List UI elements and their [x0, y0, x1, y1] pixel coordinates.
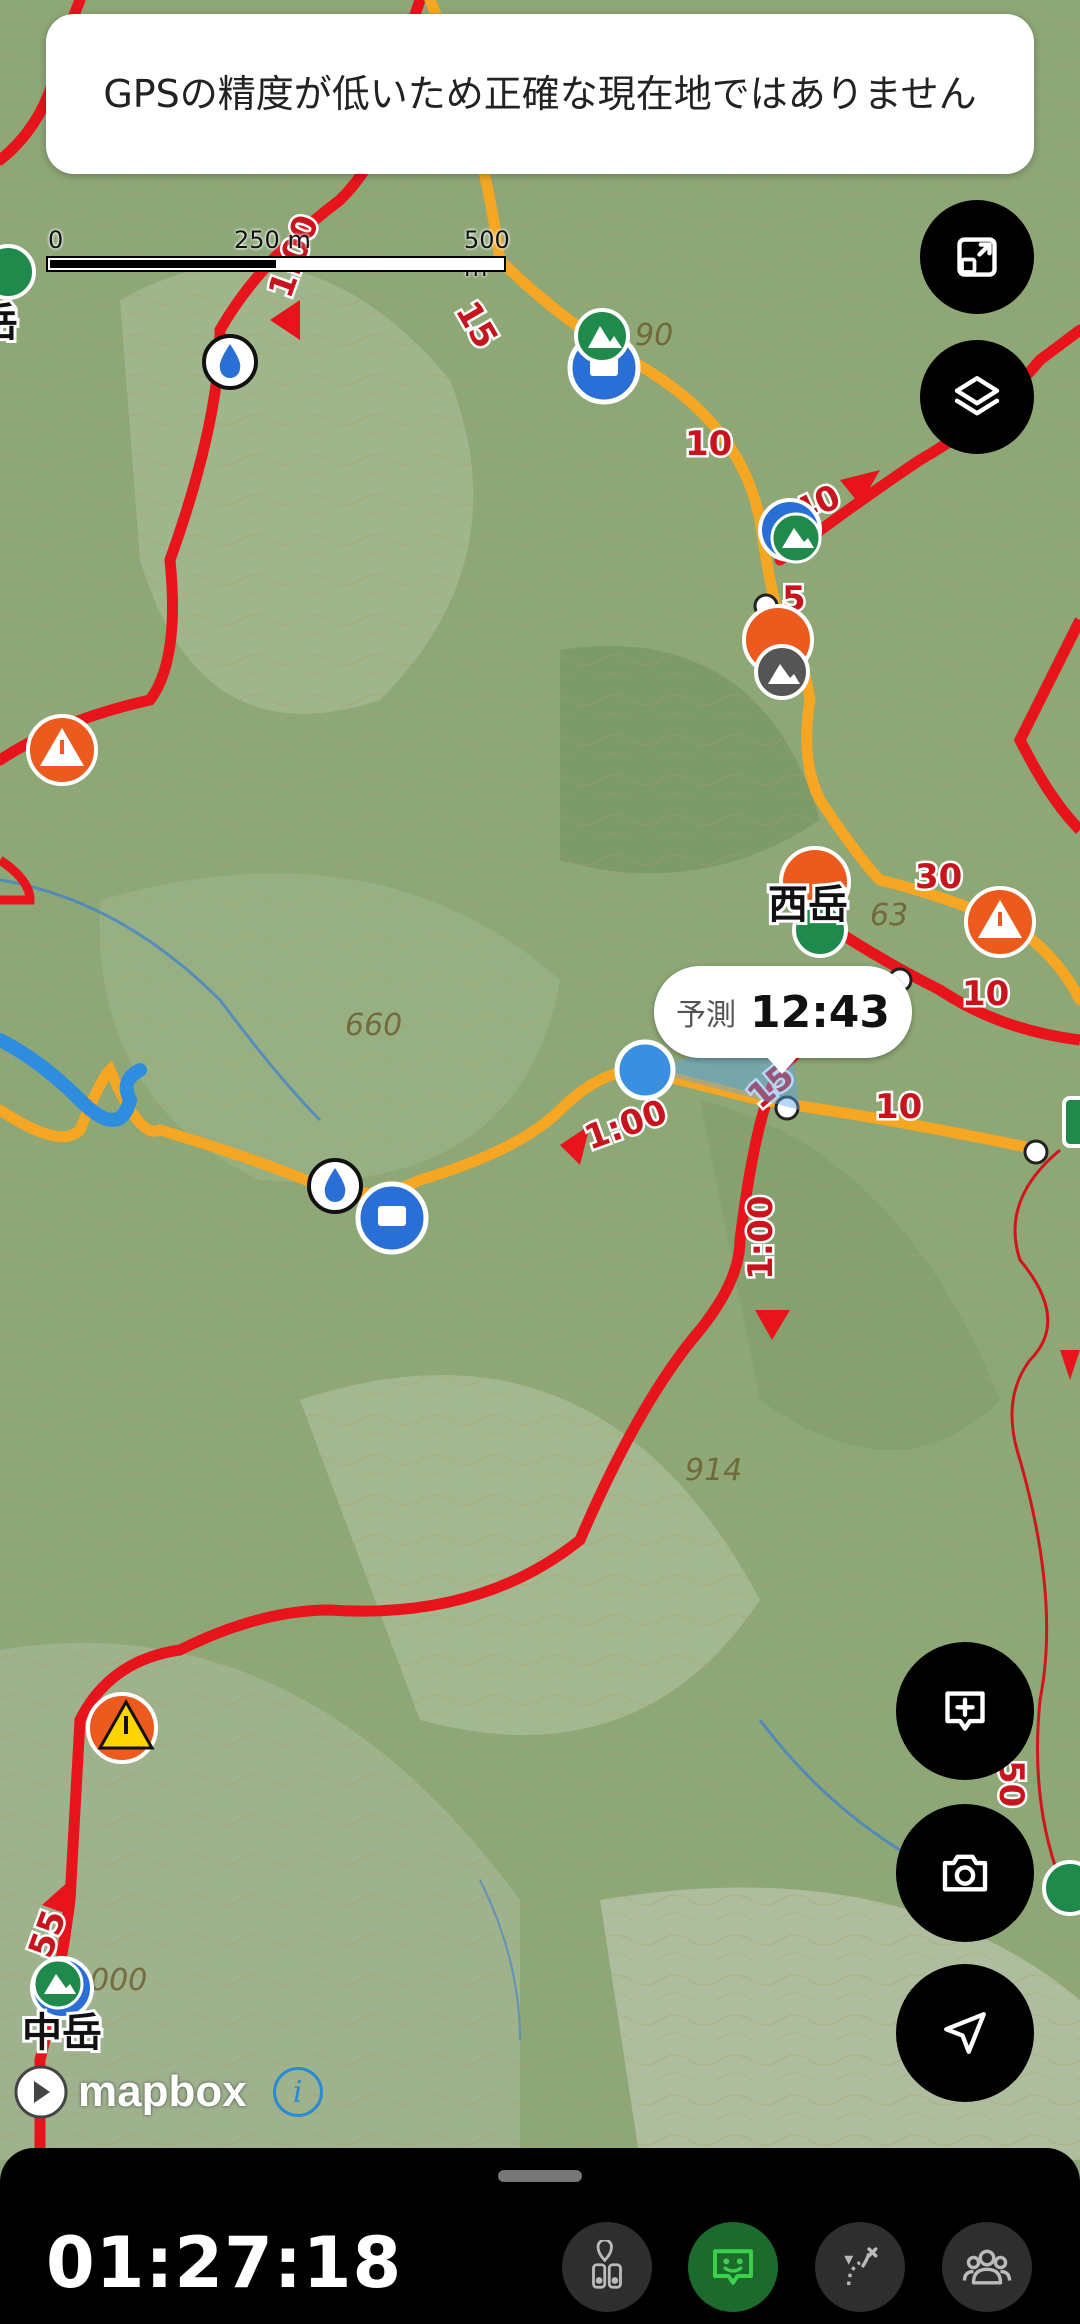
- locate-button[interactable]: [896, 1964, 1034, 2102]
- warning-marker[interactable]: [26, 714, 98, 786]
- peak-marker[interactable]: [574, 308, 630, 364]
- water-marker[interactable]: [307, 1158, 363, 1214]
- elapsed-time: 01:27:18: [46, 2222, 403, 2304]
- segment-minutes: 10: [685, 424, 732, 464]
- fit-route-icon: [957, 237, 997, 277]
- eta-label: 予測: [675, 998, 736, 1033]
- comment-marker[interactable]: [355, 1181, 429, 1255]
- eta-callout[interactable]: 予測 12:43: [654, 966, 912, 1074]
- scale-bar: 0 250 m 500 m: [46, 226, 516, 282]
- mapbox-wordmark: mapbox: [78, 2067, 247, 2116]
- segment-minutes: 30: [915, 857, 962, 897]
- mapbox-logo-icon: [14, 2065, 68, 2119]
- contour-label: 000: [90, 1963, 147, 1998]
- warning-marker[interactable]: [86, 1692, 158, 1764]
- current-location-dot: [614, 1039, 676, 1101]
- segment-minutes: 10: [962, 974, 1009, 1014]
- route-time-label: 1:00: [741, 1195, 781, 1280]
- route-marker-button[interactable]: [562, 2222, 652, 2312]
- warning-marker[interactable]: [964, 886, 1036, 958]
- map-attribution: mapbox i: [12, 2062, 323, 2122]
- segment-minutes: 10: [875, 1087, 922, 1127]
- peak-marker[interactable]: [30, 1956, 94, 2020]
- sheet-drag-handle[interactable]: [498, 2170, 582, 2182]
- contour-label: 914: [685, 1453, 742, 1488]
- contour-label: 90: [635, 318, 673, 353]
- contour-label: 63: [870, 898, 908, 933]
- chat-face-button[interactable]: [688, 2222, 778, 2312]
- peak-name-label: 岳: [0, 300, 18, 346]
- eta-time: 12:43: [749, 986, 891, 1038]
- peak-marker[interactable]: [758, 498, 822, 564]
- layers-icon: [954, 376, 1000, 416]
- scale-label: 250 m: [234, 226, 311, 254]
- chat-face-icon: [713, 2249, 753, 2285]
- add-note-icon: [945, 1691, 985, 1731]
- gps-accuracy-banner: GPSの精度が低いため正確な現在地ではありません: [46, 14, 1034, 174]
- route-branch-button[interactable]: [815, 2222, 905, 2312]
- add-note-button[interactable]: [896, 1642, 1034, 1780]
- scale-label: 0: [48, 226, 64, 254]
- layers-button[interactable]: [920, 340, 1034, 454]
- camera-icon: [942, 1854, 988, 1892]
- attribution-info-button[interactable]: i: [272, 2067, 323, 2117]
- water-marker[interactable]: [202, 334, 258, 390]
- route-marker-icon: [592, 2240, 622, 2289]
- navigation-arrow-icon: [944, 2012, 986, 2054]
- peak-marker[interactable]: [1042, 1860, 1080, 1916]
- fit-route-button[interactable]: [920, 200, 1034, 314]
- peak-marker[interactable]: [0, 244, 36, 300]
- hut-marker[interactable]: [1062, 1096, 1080, 1148]
- route-branch-icon: [844, 2247, 878, 2286]
- peak-name-label: 西岳: [768, 882, 848, 928]
- scale-label: 500 m: [464, 226, 510, 282]
- gps-accuracy-message: GPSの精度が低いため正確な現在地ではありません: [103, 72, 977, 116]
- camera-button[interactable]: [896, 1804, 1034, 1942]
- peak-name-label: 中岳: [22, 2010, 102, 2056]
- contour-label: 660: [345, 1008, 402, 1043]
- scale-bar-graphic: [46, 256, 506, 272]
- group-button[interactable]: [942, 2222, 1032, 2312]
- group-icon: [962, 2249, 1012, 2285]
